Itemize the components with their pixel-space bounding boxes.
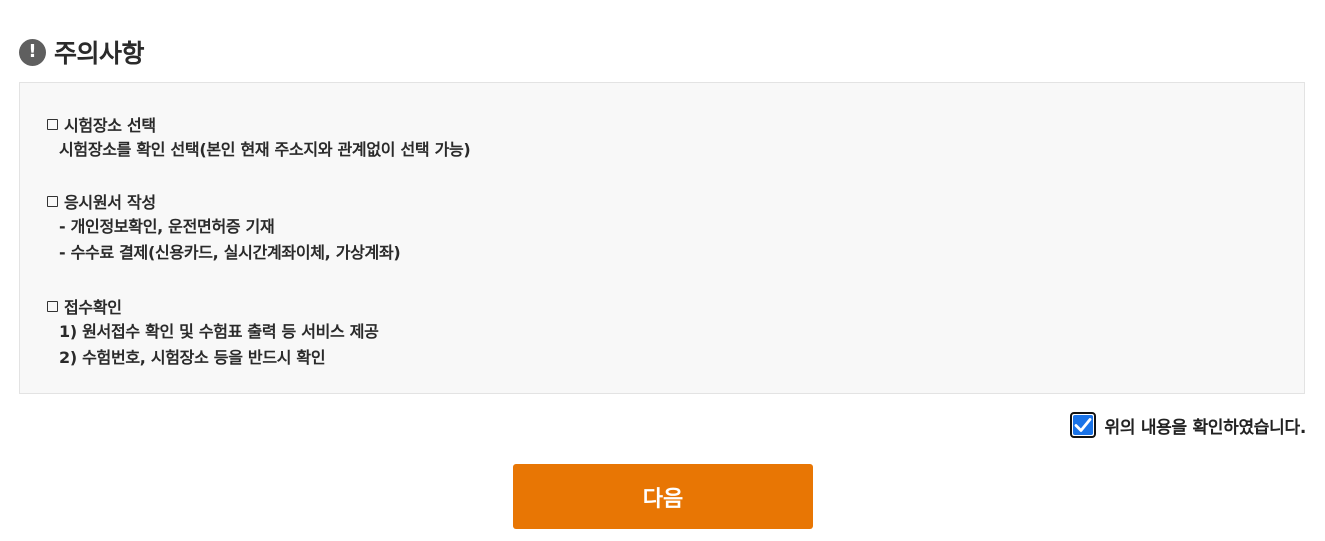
- checkbox-square-icon: [47, 195, 58, 207]
- checkbox-square-icon: [47, 118, 58, 130]
- section-heading: 시험장소 선택: [47, 111, 470, 137]
- section-heading: 응시원서 작성: [47, 188, 400, 214]
- section-line: - 수수료 결제(신용카드, 실시간계좌이체, 가상계좌): [59, 243, 401, 262]
- section-line: 1) 원서접수 확인 및 수험표 출력 등 서비스 제공: [59, 322, 379, 341]
- confirm-checkbox[interactable]: [1069, 412, 1096, 438]
- checkbox-square-icon: [47, 300, 58, 312]
- section-heading: 접수확인: [47, 293, 379, 319]
- exclamation-circle-icon: !: [19, 38, 46, 66]
- notice-header: ! 주의사항: [19, 34, 145, 70]
- page: ! 주의사항 시험장소 선택 시험장소를 확인 선택(본인 현재 주소지와 관계…: [0, 0, 1325, 541]
- checkbox-checked-fill: [1072, 415, 1093, 435]
- confirm-label[interactable]: 위의 내용을 확인하였습니다.: [1105, 413, 1307, 438]
- notice-section-exam-location: 시험장소 선택 시험장소를 확인 선택(본인 현재 주소지와 관계없이 선택 가…: [47, 111, 471, 163]
- section-heading-text: 접수확인: [64, 298, 122, 317]
- notice-section-application: 응시원서 작성 - 개인정보확인, 운전면허증 기재 - 수수료 결제(신용카드…: [47, 188, 401, 266]
- confirm-row: 위의 내용을 확인하였습니다.: [1069, 409, 1307, 441]
- notice-box: 시험장소 선택 시험장소를 확인 선택(본인 현재 주소지와 관계없이 선택 가…: [19, 82, 1305, 394]
- section-line: 2) 수험번호, 시험장소 등을 반드시 확인: [59, 348, 326, 367]
- page-title: 주의사항: [54, 39, 145, 68]
- section-line: 시험장소를 확인 선택(본인 현재 주소지와 관계없이 선택 가능): [59, 140, 471, 159]
- notice-section-receipt: 접수확인 1) 원서접수 확인 및 수험표 출력 등 서비스 제공 2) 수험번…: [47, 293, 379, 371]
- next-button[interactable]: 다음: [513, 464, 813, 529]
- checkmark-icon: [1074, 418, 1091, 432]
- section-heading-text: 시험장소 선택: [64, 116, 156, 135]
- section-heading-text: 응시원서 작성: [64, 193, 156, 212]
- section-line: - 개인정보확인, 운전면허증 기재: [59, 217, 275, 236]
